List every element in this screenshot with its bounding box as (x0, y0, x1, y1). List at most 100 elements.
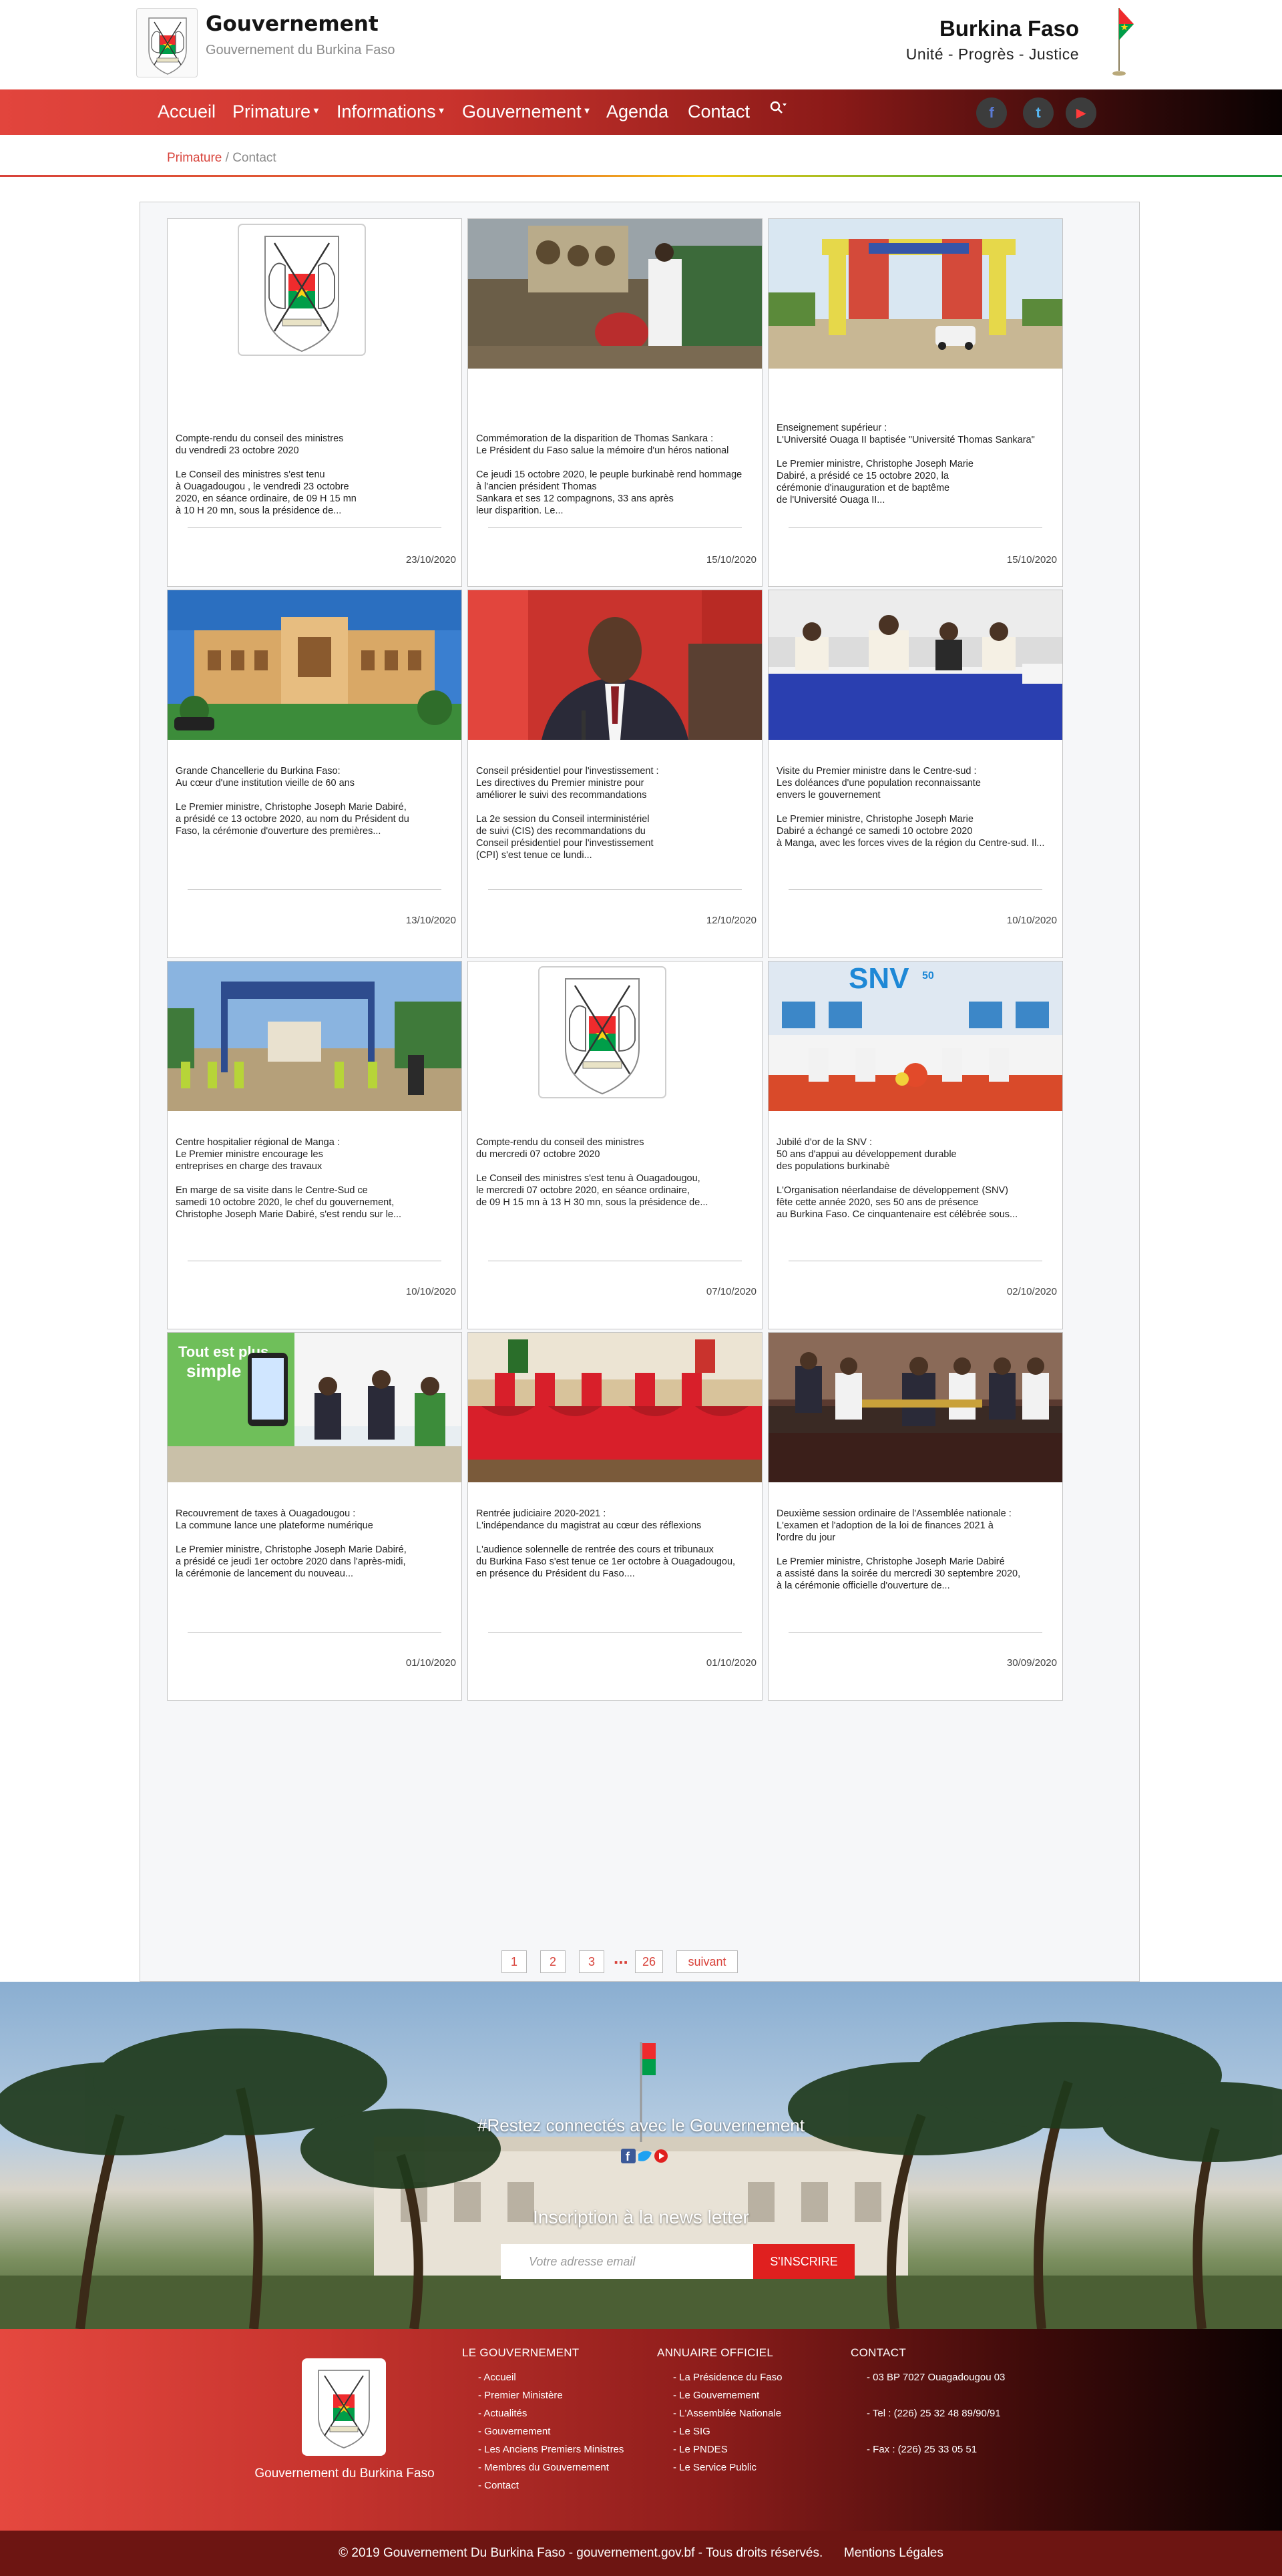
news-card-text[interactable]: Enseignement supérieur : L'Université Ou… (777, 422, 1050, 506)
breadcrumb-separator: / (222, 151, 233, 165)
footer-link[interactable]: - Contact (478, 2480, 519, 2491)
coat-of-arms-image[interactable] (168, 219, 461, 369)
news-card-date: 02/10/2020 (1006, 1286, 1057, 1297)
news-card[interactable]: Deuxième session ordinaire de l'Assemblé… (768, 1332, 1063, 1701)
footer-link[interactable]: - Le PNDES (673, 2444, 728, 2455)
subscribe-button[interactable]: S'INSCRIRE (753, 2244, 855, 2279)
news-card-text[interactable]: Jubilé d'or de la SNV : 50 ans d'appui a… (777, 1136, 1050, 1221)
svg-text:50: 50 (922, 970, 934, 982)
news-card-date: 15/10/2020 (706, 554, 757, 566)
pagination-ellipsis: ... (614, 1948, 628, 1968)
news-photo[interactable]: SNV 50 (769, 961, 1062, 1111)
coat-of-arms-image[interactable] (468, 961, 762, 1111)
newsletter-hero: #Restez connectés avec le Gouvernement f… (0, 1982, 1282, 2329)
next-page-button[interactable]: suivant (676, 1950, 738, 1973)
footer-contact-line: - Fax : (226) 25 33 05 51 (867, 2444, 978, 2455)
news-card[interactable]: Conseil présidentiel pour l'investisseme… (467, 590, 763, 958)
footer-link[interactable]: - Les Anciens Premiers Ministres (478, 2444, 624, 2455)
search-icon[interactable] (768, 99, 788, 124)
footer-link[interactable]: - L'Assemblée Nationale (673, 2408, 781, 2419)
caret-down-icon: ▼ (582, 105, 592, 116)
news-photo[interactable] (468, 590, 762, 740)
footer-link[interactable]: - Accueil (478, 2372, 516, 2383)
news-card-text[interactable]: Deuxième session ordinaire de l'Assemblé… (777, 1508, 1050, 1592)
nav-item-gouvernement[interactable]: Gouvernement ▼ (462, 101, 591, 122)
footer-link[interactable]: - Actualités (478, 2408, 527, 2419)
youtube-icon[interactable]: ▶ (1066, 97, 1096, 128)
news-photo[interactable] (769, 1333, 1062, 1482)
footer-link[interactable]: - Le SIG (673, 2426, 710, 2437)
footer-link[interactable]: - Le Service Public (673, 2462, 757, 2473)
newsletter-email-input[interactable] (501, 2244, 753, 2279)
news-card[interactable]: Compte-rendu du conseil des ministres du… (167, 218, 462, 587)
nav-item-contact[interactable]: Contact (688, 101, 750, 122)
news-card-text[interactable]: Grande Chancellerie du Burkina Faso: Au … (176, 765, 449, 837)
news-card-text[interactable]: Recouvrement de taxes à Ouagadougou : La… (176, 1508, 449, 1580)
footer-contact-line: - Tel : (226) 25 32 48 89/90/91 (867, 2408, 1001, 2419)
nav-label: Gouvernement (462, 101, 582, 122)
twitter-icon[interactable]: t (1023, 97, 1054, 128)
news-card[interactable]: Visite du Premier ministre dans le Centr… (768, 590, 1063, 958)
site-footer: Gouvernement du Burkina Faso LE GOUVERNE… (0, 2329, 1282, 2531)
news-photo[interactable] (468, 219, 762, 369)
main-nav: Accueil Primature ▼ Informations ▼ Gouvern… (0, 89, 1282, 135)
footer-column-title: ANNUAIRE OFFICIEL (657, 2346, 774, 2359)
news-card[interactable]: Centre hospitalier régional de Manga : L… (167, 961, 462, 1329)
news-photo[interactable]: Tout est plus simple ! (168, 1333, 461, 1482)
news-card-text[interactable]: Compte-rendu du conseil des ministres du… (176, 433, 449, 517)
card-divider (488, 889, 742, 890)
nav-item-primature[interactable]: Primature ▼ (232, 101, 320, 122)
footer-link[interactable]: - Membres du Gouvernement (478, 2462, 609, 2473)
card-divider (789, 527, 1042, 528)
news-card-text[interactable]: Commémoration de la disparition de Thoma… (476, 433, 750, 517)
footer-link[interactable]: - La Présidence du Faso (673, 2372, 782, 2383)
twitter-glyph: t (1036, 104, 1041, 121)
svg-text:SNV: SNV (849, 962, 909, 995)
news-card-text[interactable]: Rentrée judiciaire 2020-2021 : L'indépen… (476, 1508, 750, 1580)
news-card[interactable]: Grande Chancellerie du Burkina Faso: Au … (167, 590, 462, 958)
news-card-date: 10/10/2020 (405, 1286, 456, 1297)
news-card[interactable]: Enseignement supérieur : L'Université Ou… (768, 218, 1063, 587)
caret-down-icon: ▼ (437, 105, 446, 116)
nav-item-informations[interactable]: Informations ▼ (337, 101, 445, 122)
news-card[interactable]: Rentrée judiciaire 2020-2021 : L'indépen… (467, 1332, 763, 1701)
card-divider (789, 1632, 1042, 1633)
page-button-1[interactable]: 1 (501, 1950, 527, 1973)
news-photo[interactable] (468, 1333, 762, 1482)
news-card[interactable]: Commémoration de la disparition de Thoma… (467, 218, 763, 587)
news-card-text[interactable]: Conseil présidentiel pour l'investisseme… (476, 765, 750, 861)
page-button-last[interactable]: 26 (635, 1950, 663, 1973)
breadcrumb-link-primature[interactable]: Primature (167, 151, 222, 165)
news-panel: Compte-rendu du conseil des ministres du… (140, 202, 1140, 1982)
news-card[interactable]: Compte-rendu du conseil des ministres du… (467, 961, 763, 1329)
footer-link[interactable]: - Le Gouvernement (673, 2390, 759, 2401)
footer-link[interactable]: - Gouvernement (478, 2426, 550, 2437)
breadcrumb-current: Contact (232, 151, 276, 165)
facebook-icon: f (621, 2149, 636, 2163)
nav-item-accueil[interactable]: Accueil (158, 101, 216, 122)
page-button-2[interactable]: 2 (540, 1950, 566, 1973)
country-motto: Unité - Progrès - Justice (905, 45, 1079, 63)
site-title[interactable]: Gouvernement (206, 12, 379, 36)
news-photo[interactable] (769, 590, 1062, 740)
news-card-text[interactable]: Centre hospitalier régional de Manga : L… (176, 1136, 449, 1221)
svg-text:simple !: simple ! (186, 1361, 252, 1381)
facebook-icon[interactable]: f (976, 97, 1007, 128)
page-button-3[interactable]: 3 (579, 1950, 604, 1973)
nav-item-agenda[interactable]: Agenda (606, 101, 668, 122)
card-divider (188, 1632, 441, 1633)
news-card[interactable]: Tout est plus simple ! Recouvrement de tax… (167, 1332, 462, 1701)
news-card[interactable]: SNV 50 Jubilé d'or de la SNV : 50 ans d'ap… (768, 961, 1063, 1329)
copyright-text: © 2019 Gouvernement Du Burkina Faso - go… (339, 2546, 823, 2560)
footer-link[interactable]: - Premier Ministère (478, 2390, 563, 2401)
news-card-text[interactable]: Visite du Premier ministre dans le Centr… (777, 765, 1050, 849)
coat-of-arms-logo[interactable] (136, 8, 198, 77)
legal-notice-link[interactable]: Mentions Légales (844, 2546, 943, 2560)
news-photo[interactable] (168, 961, 461, 1111)
news-card-text[interactable]: Compte-rendu du conseil des ministres du… (476, 1136, 750, 1209)
news-photo[interactable] (769, 219, 1062, 369)
news-photo[interactable] (168, 590, 461, 740)
footer-column-title: LE GOUVERNEMENT (462, 2346, 580, 2359)
newsletter-title: Inscription à la news letter (533, 2207, 749, 2227)
card-divider (488, 527, 742, 528)
